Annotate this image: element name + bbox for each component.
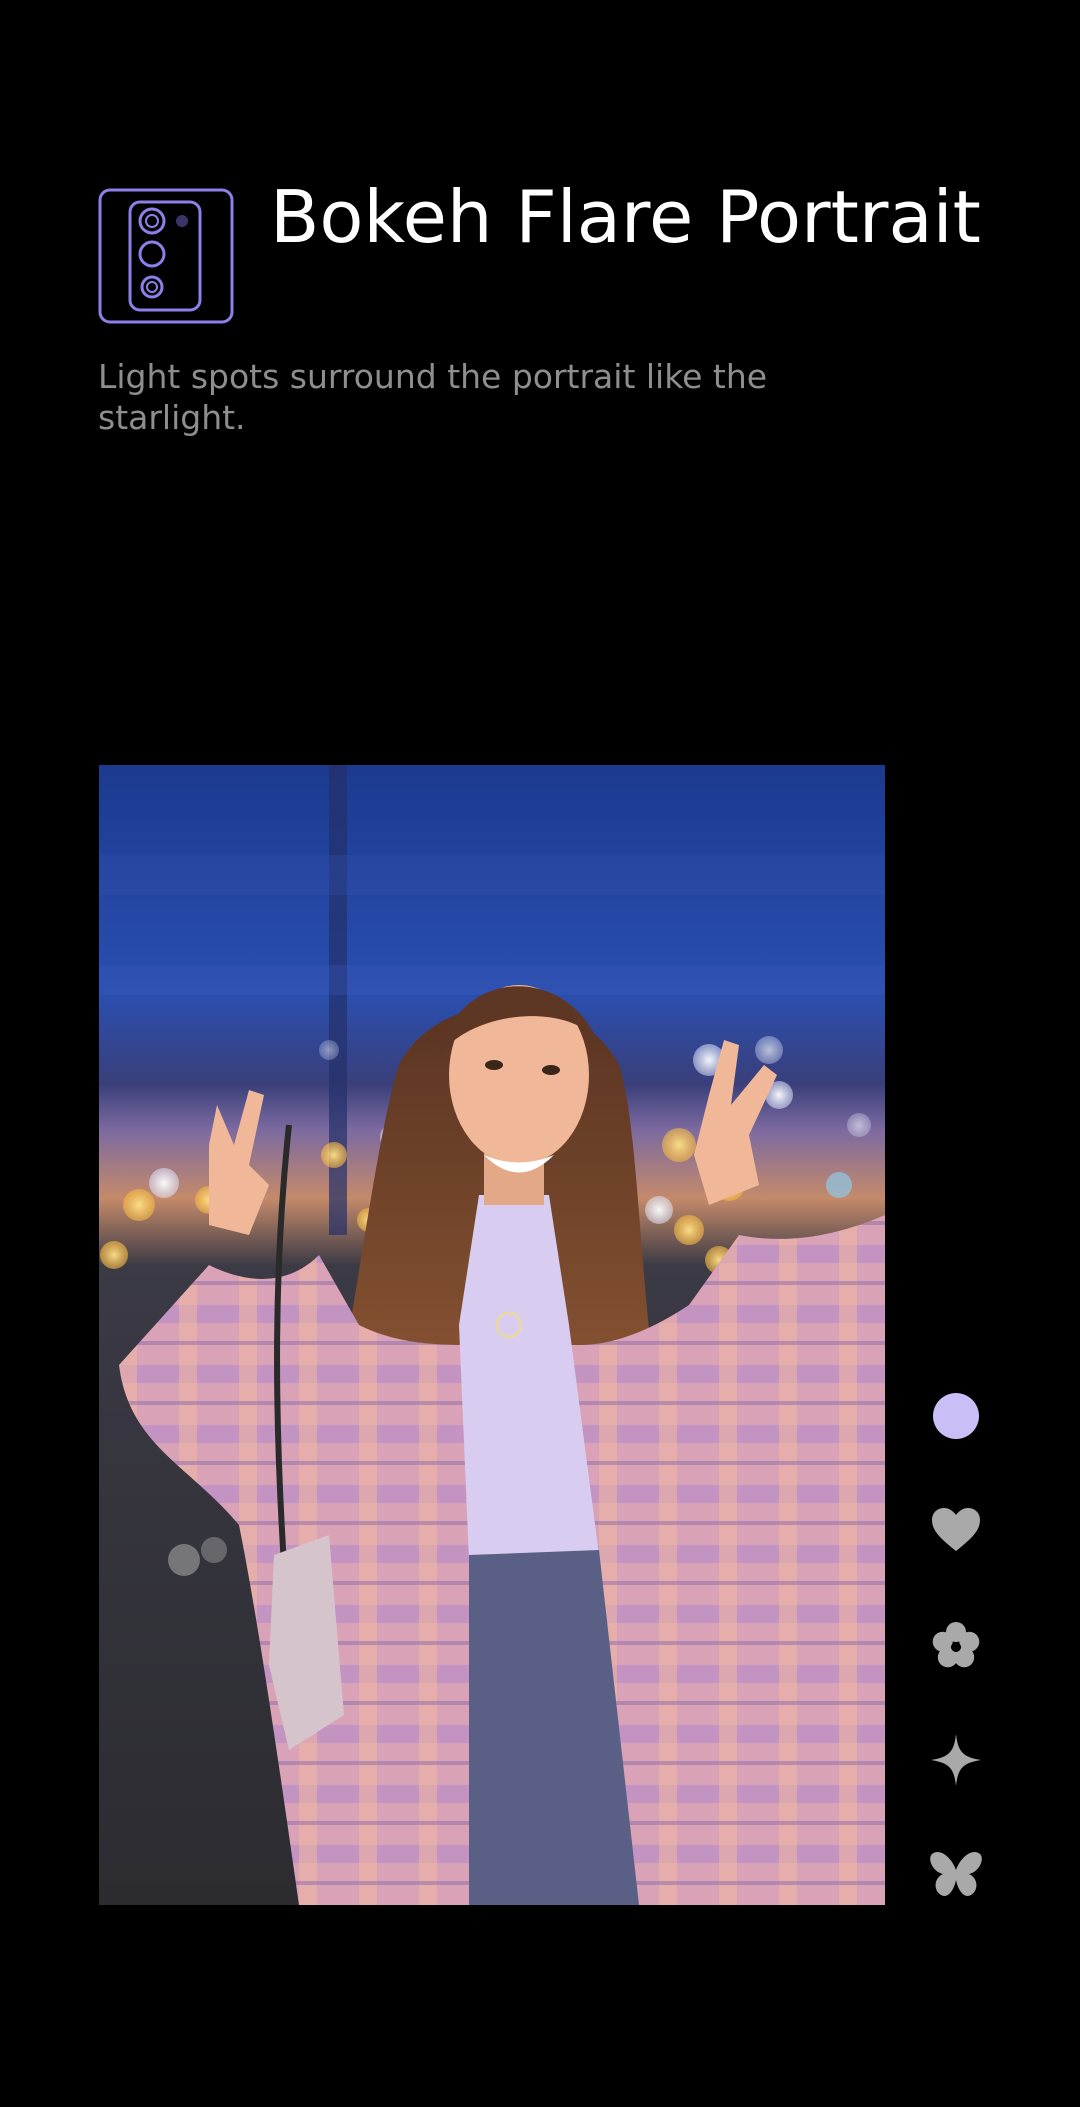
effect-description: Light spots surround the portrait like t… bbox=[98, 357, 768, 437]
effect-flower-option[interactable] bbox=[920, 1610, 992, 1682]
star-effect-icon bbox=[931, 1734, 981, 1786]
effect-star-option[interactable] bbox=[920, 1724, 992, 1796]
camera-module-icon bbox=[98, 188, 234, 324]
page-title: Bokeh Flare Portrait bbox=[270, 175, 981, 259]
butterfly-effect-icon bbox=[930, 1851, 982, 1896]
effect-circle-option[interactable] bbox=[920, 1380, 992, 1452]
effect-style-list bbox=[920, 1380, 992, 1940]
effect-butterfly-option[interactable] bbox=[920, 1838, 992, 1910]
portrait-photo bbox=[99, 765, 885, 1905]
effect-heart-option[interactable] bbox=[920, 1494, 992, 1566]
circle-effect-icon bbox=[933, 1393, 979, 1439]
heart-effect-icon bbox=[932, 1508, 980, 1551]
flower-effect-icon bbox=[932, 1622, 980, 1668]
